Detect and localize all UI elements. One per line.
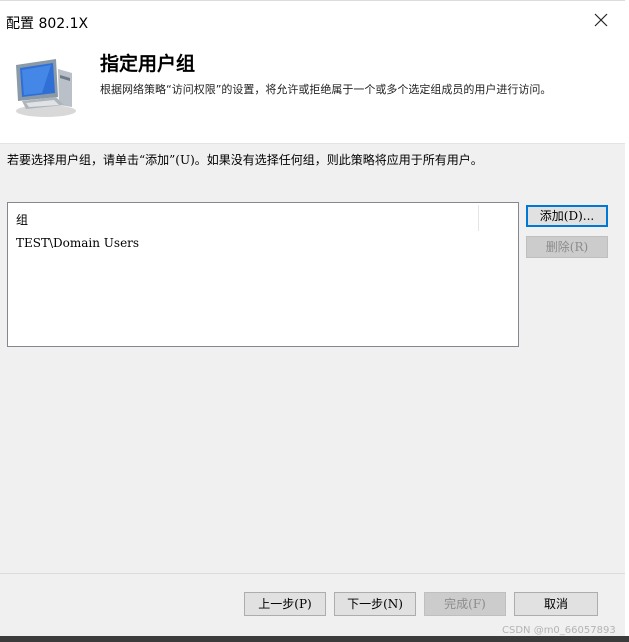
finish-button[interactable]: 完成(F) <box>424 592 506 616</box>
instruction-text: 若要选择用户组，请单击“添加”(U)。如果没有选择任何组，则此策略将应用于所有用… <box>7 153 483 167</box>
user-group-list[interactable]: 组 TEST\Domain Users <box>7 202 519 347</box>
list-item[interactable]: TEST\Domain Users <box>16 236 139 250</box>
delete-group-button[interactable]: 删除(R) <box>526 236 608 258</box>
next-button[interactable]: 下一步(N) <box>334 592 416 616</box>
page-title: 指定用户组 <box>100 53 196 75</box>
wizard-header: 指定用户组 根据网络策略“访问权限”的设置，将允许或拒绝属于一个或多个选定组成员… <box>0 41 625 144</box>
close-icon <box>594 13 608 27</box>
footer-divider <box>0 573 625 574</box>
column-header-group[interactable]: 组 <box>16 211 28 228</box>
window-title: 配置 802.1X <box>6 16 89 32</box>
background-strip <box>625 0 629 636</box>
page-description: 根据网络策略“访问权限”的设置，将允许或拒绝属于一个或多个选定组成员的用户进行访… <box>100 83 552 96</box>
column-divider[interactable] <box>478 205 479 231</box>
configure-8021x-dialog: 配置 802.1X 指定用户组 根据网络策略“访问权限”的设置，将允许或拒绝属于… <box>0 0 626 637</box>
cancel-button[interactable]: 取消 <box>514 592 598 616</box>
title-bar: 配置 802.1X <box>0 1 625 41</box>
add-group-button[interactable]: 添加(D)... <box>526 205 608 227</box>
watermark: CSDN @m0_66057893 <box>502 625 616 636</box>
close-button[interactable] <box>586 7 616 35</box>
network-computer-icon <box>12 55 82 119</box>
previous-button[interactable]: 上一步(P) <box>244 592 326 616</box>
taskbar-edge <box>0 636 629 642</box>
